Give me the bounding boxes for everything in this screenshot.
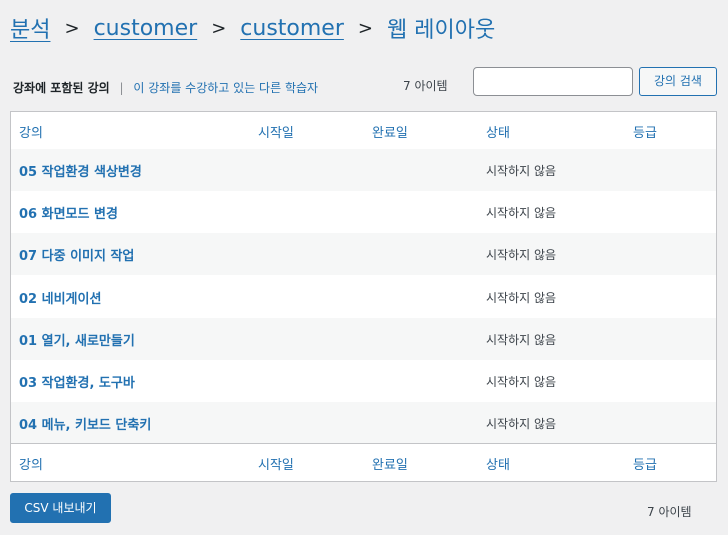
search-button[interactable]: 강의 검색 bbox=[639, 67, 717, 96]
table-row: 04 메뉴, 키보드 단축키 시작하지 않음 bbox=[11, 402, 716, 444]
subnav: 강좌에 포함된 강의 | 이 강좌를 수강하고 있는 다른 학습자 bbox=[13, 79, 318, 96]
breadcrumb-link-customer-1[interactable]: customer bbox=[94, 16, 198, 41]
breadcrumb-separator: > bbox=[357, 17, 373, 39]
table-row: 03 작업환경, 도구바 시작하지 않음 bbox=[11, 360, 716, 402]
course-link[interactable]: 05 작업환경 색상변경 bbox=[19, 161, 142, 180]
course-link[interactable]: 02 네비게이션 bbox=[19, 288, 101, 307]
courses-table: 강의 시작일 완료일 상태 등급 05 작업환경 색상변경 시작하지 않음 06… bbox=[10, 111, 717, 482]
status-text: 시작하지 않음 bbox=[486, 164, 557, 178]
breadcrumb-link-customer-2[interactable]: customer bbox=[240, 16, 344, 41]
column-footer-start-date[interactable]: 시작일 bbox=[258, 454, 294, 473]
subnav-separator: | bbox=[119, 81, 124, 95]
table-footer: 강의 시작일 완료일 상태 등급 bbox=[11, 443, 716, 481]
table-row: 06 화면모드 변경 시작하지 않음 bbox=[11, 191, 716, 233]
column-header-status[interactable]: 상태 bbox=[486, 122, 510, 141]
status-text: 시작하지 않음 bbox=[486, 333, 557, 347]
table-row: 07 다중 이미지 작업 시작하지 않음 bbox=[11, 233, 716, 275]
column-footer-status[interactable]: 상태 bbox=[486, 454, 510, 473]
status-text: 시작하지 않음 bbox=[486, 375, 557, 389]
status-text: 시작하지 않음 bbox=[486, 417, 557, 431]
column-footer-completion-date[interactable]: 완료일 bbox=[372, 454, 408, 473]
breadcrumb-separator: > bbox=[64, 17, 80, 39]
search-input[interactable] bbox=[473, 67, 633, 96]
table-row: 02 네비게이션 시작하지 않음 bbox=[11, 276, 716, 318]
column-header-start-date[interactable]: 시작일 bbox=[258, 122, 294, 141]
column-footer-course[interactable]: 강의 bbox=[19, 454, 43, 473]
course-link[interactable]: 04 메뉴, 키보드 단축키 bbox=[19, 414, 151, 433]
course-link[interactable]: 06 화면모드 변경 bbox=[19, 203, 118, 222]
status-text: 시작하지 않음 bbox=[486, 248, 557, 262]
column-header-grade[interactable]: 등급 bbox=[633, 122, 657, 141]
subnav-link-other-learners[interactable]: 이 강좌를 수강하고 있는 다른 학습자 bbox=[133, 81, 318, 95]
subnav-active-item: 강좌에 포함된 강의 bbox=[13, 81, 110, 95]
items-count-bottom: 7 아이템 bbox=[647, 505, 692, 519]
table-header: 강의 시작일 완료일 상태 등급 bbox=[11, 112, 716, 150]
table-row: 05 작업환경 색상변경 시작하지 않음 bbox=[11, 149, 716, 191]
course-link[interactable]: 03 작업환경, 도구바 bbox=[19, 372, 135, 391]
breadcrumb: 분석 > customer > customer > 웹 레이아웃 bbox=[10, 10, 718, 46]
csv-export-button[interactable]: CSV 내보내기 bbox=[10, 493, 111, 523]
items-count-top: 7 아이템 bbox=[403, 79, 448, 93]
table-row: 01 열기, 새로만들기 시작하지 않음 bbox=[11, 318, 716, 360]
status-text: 시작하지 않음 bbox=[486, 291, 557, 305]
course-link[interactable]: 01 열기, 새로만들기 bbox=[19, 330, 135, 349]
column-header-completion-date[interactable]: 완료일 bbox=[372, 122, 408, 141]
breadcrumb-link-analysis[interactable]: 분석 bbox=[10, 12, 50, 44]
breadcrumb-separator: > bbox=[211, 17, 227, 39]
status-text: 시작하지 않음 bbox=[486, 206, 557, 220]
course-link[interactable]: 07 다중 이미지 작업 bbox=[19, 245, 134, 264]
column-footer-grade[interactable]: 등급 bbox=[633, 454, 657, 473]
column-header-course[interactable]: 강의 bbox=[19, 122, 43, 141]
breadcrumb-current: 웹 레이아웃 bbox=[386, 18, 496, 43]
